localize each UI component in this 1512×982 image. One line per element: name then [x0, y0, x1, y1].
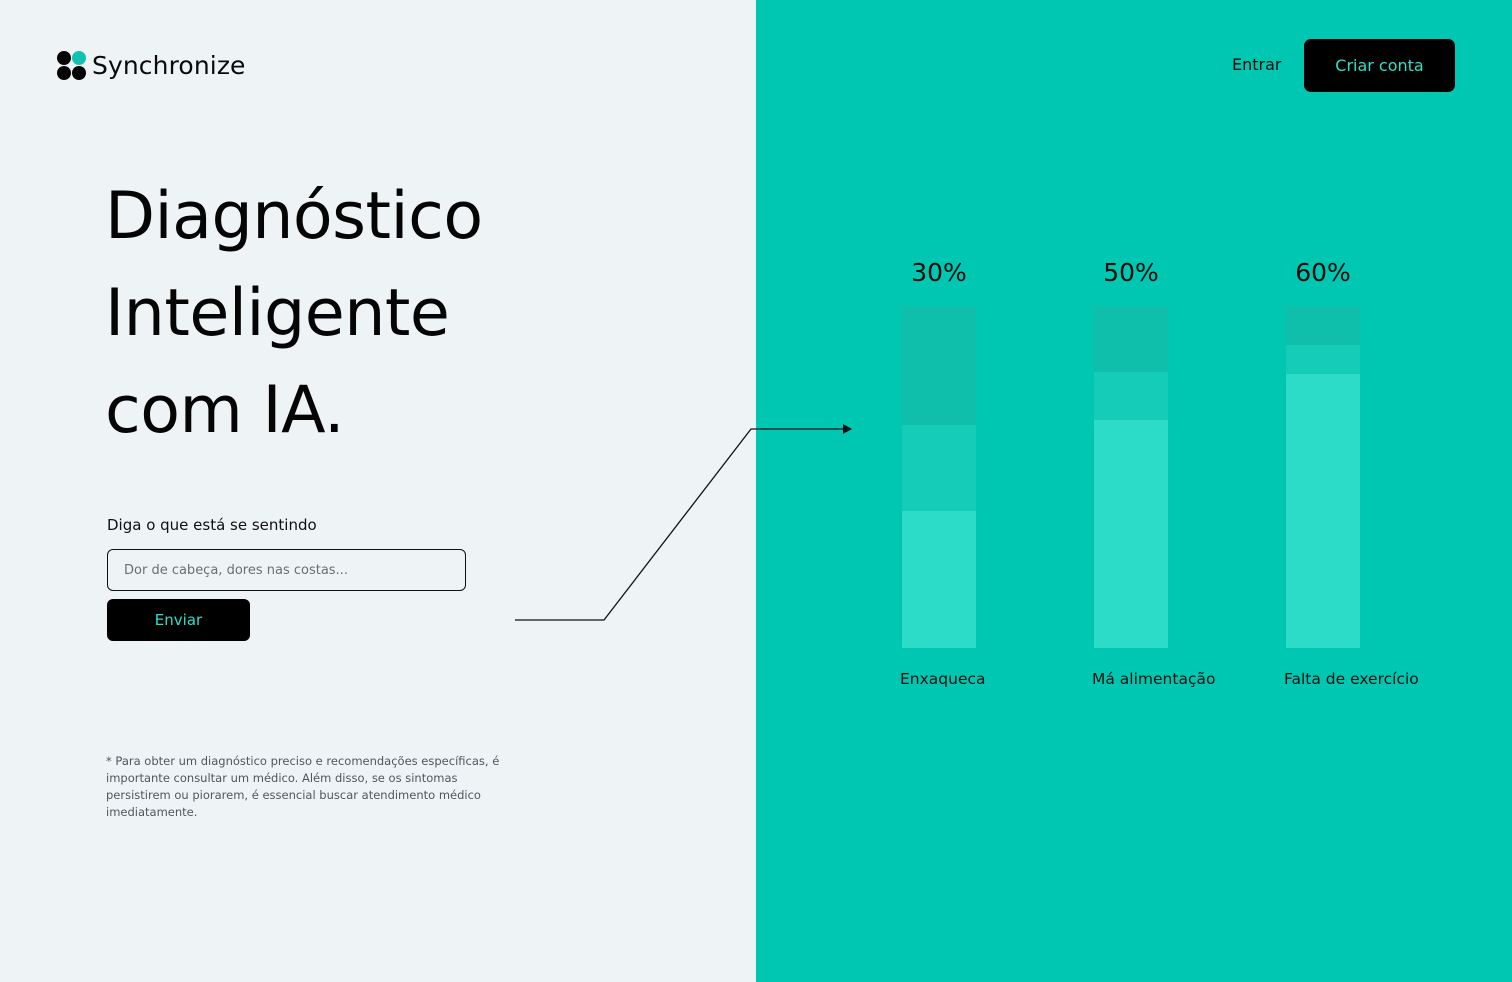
bar-value-label: 60%: [1295, 258, 1351, 287]
bar-category-label: Má alimentação: [1092, 670, 1216, 688]
bar-track: [902, 306, 976, 648]
bar-track: [1286, 306, 1360, 648]
submit-button[interactable]: Enviar: [107, 599, 250, 641]
bar-value-label: 50%: [1103, 258, 1159, 287]
bar-value-label: 30%: [911, 258, 967, 287]
brand-name: Synchronize: [92, 51, 246, 80]
bar-track: [1094, 306, 1168, 648]
medical-disclaimer: * Para obter um diagnóstico preciso e re…: [106, 754, 500, 819]
hero-title: Diagnóstico Inteligente com IA.: [105, 168, 483, 459]
bar: [1286, 374, 1360, 648]
signup-button[interactable]: Criar conta: [1304, 39, 1455, 92]
symptom-input[interactable]: [107, 549, 466, 591]
bar: [1094, 420, 1168, 648]
hero-title-line-2: Inteligente: [105, 276, 450, 351]
hero-title-line-3: com IA.: [105, 373, 345, 448]
left-panel: [0, 0, 756, 982]
bar-category-label: Enxaqueca: [900, 670, 986, 688]
hero-title-line-1: Diagnóstico: [105, 179, 483, 254]
login-link[interactable]: Entrar: [1232, 55, 1281, 74]
brand-logo[interactable]: Synchronize: [57, 51, 246, 80]
synchronize-logo-icon: [57, 51, 86, 80]
bar-category-label: Falta de exercício: [1284, 670, 1419, 688]
bar: [902, 511, 976, 648]
symptom-prompt-label: Diga o que está se sentindo: [107, 516, 317, 534]
